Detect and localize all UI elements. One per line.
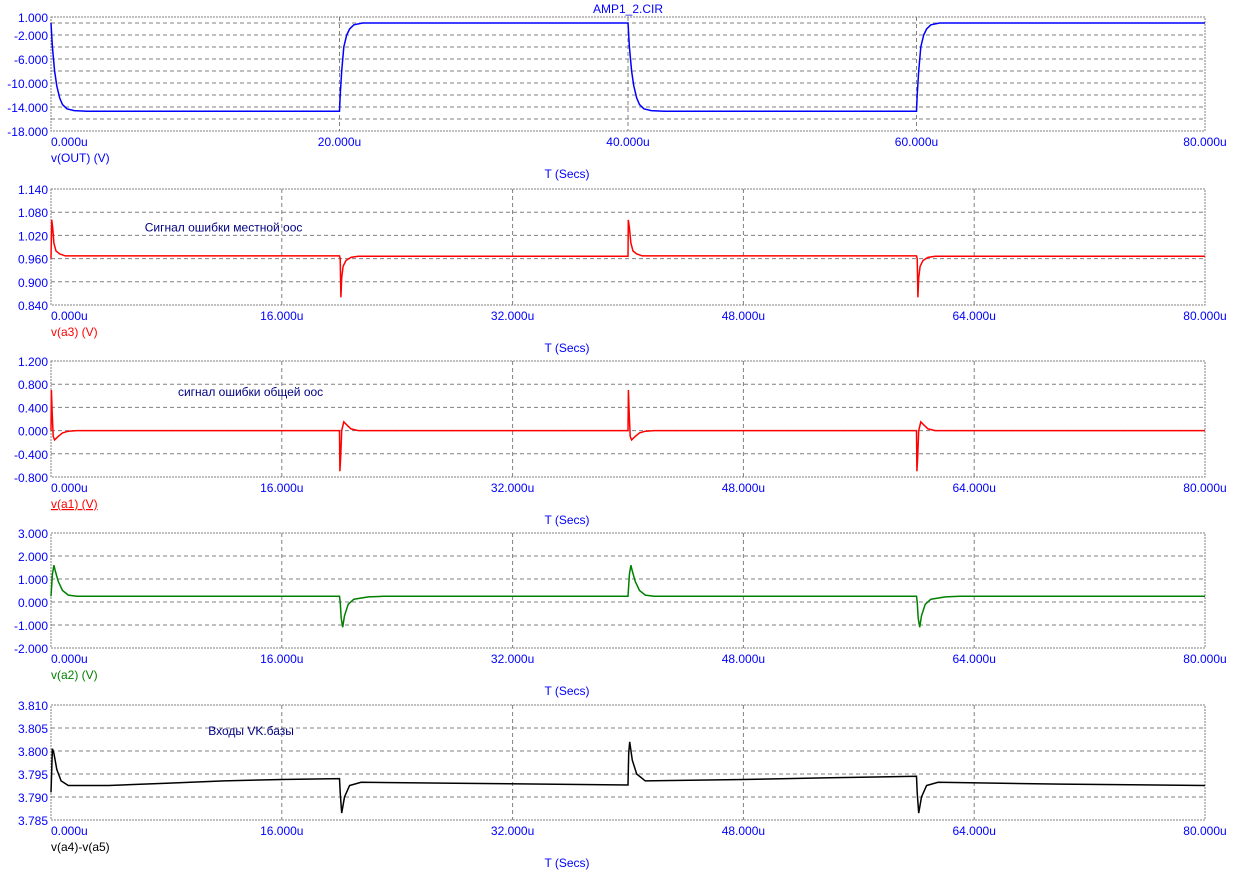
- y-tick-label: 3.810: [18, 699, 48, 713]
- x-tick-label: 80.000u: [1183, 309, 1226, 323]
- annotation-text: Входы VK.базы: [208, 724, 294, 738]
- y-tick-label: 1.020: [18, 229, 48, 243]
- x-tick-label: 0.000u: [51, 309, 88, 323]
- plot-1: 1.000 -2.000 -6.000 -10.000 -14.000 -18.0000.…: [7, 11, 1226, 181]
- y-tick-label: 1.000: [18, 573, 48, 587]
- chart-title: AMP1_2.CIR: [593, 2, 663, 16]
- annotation-text: сигнал ошибки общей оос: [178, 385, 323, 399]
- y-tick-label: 3.795: [18, 768, 48, 782]
- y-tick-label: 0.000: [18, 596, 48, 610]
- y-tick-label: 3.785: [18, 814, 48, 828]
- y-tick-label: -2.000: [14, 642, 48, 656]
- series-line: [50, 389, 1205, 472]
- y-tick-label: 0.900: [18, 276, 48, 290]
- y-tick-label: -14.000: [7, 101, 48, 115]
- x-axis-label: T (Secs): [544, 684, 589, 698]
- x-tick-label: 32.000u: [491, 481, 534, 495]
- x-axis-label: T (Secs): [544, 341, 589, 355]
- x-tick-label: 16.000u: [260, 824, 303, 838]
- y-tick-label: 0.960: [18, 253, 48, 267]
- y-tick-label: 1.140: [18, 183, 48, 197]
- x-tick-label: 32.000u: [491, 824, 534, 838]
- x-tick-label: 16.000u: [260, 481, 303, 495]
- plot-3: 1.200 0.800 0.400 0.000 -0.400 -0.8000.000u 16…: [14, 355, 1227, 527]
- x-tick-label: 16.000u: [260, 309, 303, 323]
- y-tick-label: 3.000: [18, 527, 48, 541]
- y-tick-label: 0.800: [18, 378, 48, 392]
- y-tick-label: -0.400: [14, 448, 48, 462]
- x-tick-label: 48.000u: [722, 309, 765, 323]
- x-tick-label: 0.000u: [51, 135, 88, 149]
- annotation-text: Сигнал ошибки местной оос: [145, 221, 303, 235]
- y-tick-label: -2.000: [14, 29, 48, 43]
- y-tick-label: 0.000: [18, 425, 48, 439]
- x-tick-label: 0.000u: [51, 824, 88, 838]
- plot-5: 3.810 3.805 3.800 3.795 3.790 3.7850.000u 16.0…: [18, 699, 1227, 870]
- y-tick-label: 1.080: [18, 206, 48, 220]
- series-line: [50, 741, 1206, 814]
- x-tick-label: 48.000u: [722, 824, 765, 838]
- x-tick-label: 64.000u: [953, 309, 996, 323]
- x-tick-label: 0.000u: [51, 481, 88, 495]
- y-tick-label: 3.805: [18, 722, 48, 736]
- chart-canvas: AMP1_2.CIR 1.000 -2.000 -6.000 -10.000 -14.0…: [7, 2, 1226, 870]
- y-tick-label: -18.000: [7, 125, 48, 139]
- y-tick-label: -6.000: [14, 53, 48, 67]
- x-tick-label: 60.000u: [895, 135, 938, 149]
- y-tick-label: 3.790: [18, 791, 48, 805]
- x-tick-label: 16.000u: [260, 652, 303, 666]
- x-tick-label: 0.000u: [51, 652, 88, 666]
- x-axis-label: T (Secs): [544, 513, 589, 527]
- y-tick-label: 0.840: [18, 299, 48, 313]
- x-tick-label: 64.000u: [953, 824, 996, 838]
- series-label: v(a4)-v(a5): [51, 840, 110, 854]
- y-tick-label: -0.800: [14, 471, 48, 485]
- x-tick-label: 80.000u: [1183, 481, 1226, 495]
- series-label: v(a3) (V): [51, 325, 98, 339]
- plot-2: 1.140 1.080 1.020 0.960 0.900 0.8400.000u 16.0…: [18, 183, 1227, 355]
- y-tick-label: 1.200: [18, 355, 48, 369]
- y-tick-label: -10.000: [7, 77, 48, 91]
- x-tick-label: 64.000u: [953, 652, 996, 666]
- x-tick-label: 80.000u: [1183, 652, 1226, 666]
- y-tick-label: 2.000: [18, 550, 48, 564]
- y-tick-label: -1.000: [14, 619, 48, 633]
- x-tick-label: 80.000u: [1183, 135, 1226, 149]
- x-tick-label: 32.000u: [491, 652, 534, 666]
- x-tick-label: 32.000u: [491, 309, 534, 323]
- x-axis-label: T (Secs): [544, 856, 589, 870]
- series-line: [50, 565, 1205, 628]
- y-tick-label: 3.800: [18, 745, 48, 759]
- x-tick-label: 64.000u: [953, 481, 996, 495]
- y-tick-label: 1.000: [18, 11, 48, 25]
- x-tick-label: 20.000u: [318, 135, 361, 149]
- plots-container: 1.000-2.000-6.000-10.000-14.000-18.0000.…: [7, 11, 1226, 870]
- x-tick-label: 48.000u: [722, 652, 765, 666]
- series-label: v(OUT) (V): [51, 151, 110, 165]
- x-axis-label: T (Secs): [544, 167, 589, 181]
- plot-4: 3.000 2.000 1.000 0.000 -1.000 -2.0000.000u 16…: [14, 527, 1227, 698]
- series-label: v(a1) (V): [51, 497, 98, 511]
- y-tick-label: 0.400: [18, 401, 48, 415]
- x-tick-label: 48.000u: [722, 481, 765, 495]
- x-tick-label: 40.000u: [606, 135, 649, 149]
- series-label: v(a2) (V): [51, 668, 98, 682]
- x-tick-label: 80.000u: [1183, 824, 1226, 838]
